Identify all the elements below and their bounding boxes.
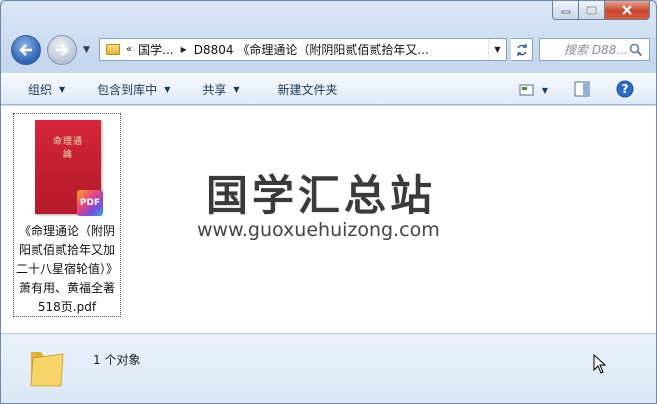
breadcrumb-separator-icon[interactable]: ▶ (181, 45, 187, 54)
search-box[interactable]: 搜索 D88... (539, 38, 650, 61)
item-count: 1 个对象 (93, 353, 141, 367)
maximize-icon (586, 5, 597, 15)
help-icon: ? (616, 80, 634, 97)
maximize-button[interactable] (579, 1, 605, 20)
help-button[interactable]: ? (616, 80, 634, 101)
preview-pane-icon (574, 81, 590, 96)
address-dropdown[interactable]: ▼ (488, 39, 506, 60)
chevron-down-icon: ▼ (233, 84, 240, 94)
change-view-button[interactable]: ▼ (519, 84, 548, 96)
minimize-icon (561, 10, 570, 14)
organize-label: 组织 (28, 82, 53, 97)
refresh-button[interactable] (511, 38, 533, 61)
forward-button[interactable] (47, 35, 77, 65)
chevron-down-icon: ▼ (164, 84, 171, 94)
arrow-left-icon (19, 44, 32, 56)
preview-pane-button[interactable] (574, 81, 590, 100)
file-item[interactable]: 命理通論 PDF 《命理通论（附阴阳贰佰贰拾年又加二十八星宿轮值）》萧有用、黄福… (13, 113, 121, 317)
close-button[interactable] (605, 1, 650, 20)
organize-menu[interactable]: 组织 ▼ (28, 73, 65, 105)
navigation-bar: ▼ « 国学... ▶ D8804 《命理通论（附阴阳贰佰贰拾年又... ▼ 搜… (9, 33, 650, 67)
pdf-icon: PDF (77, 190, 103, 216)
new-folder-label: 新建文件夹 (277, 82, 338, 97)
explorer-window: ▼ « 国学... ▶ D8804 《命理通论（附阴阳贰佰贰拾年又... ▼ 搜… (0, 0, 657, 404)
share-menu[interactable]: 共享 ▼ (202, 73, 239, 105)
breadcrumb-item[interactable]: 国学... (138, 41, 173, 58)
folder-icon (30, 352, 64, 387)
new-folder-button[interactable]: 新建文件夹 (278, 73, 338, 105)
include-library-label: 包含到库中 (97, 82, 158, 97)
refresh-icon (516, 43, 527, 56)
minimize-button[interactable] (552, 1, 579, 20)
close-icon (622, 5, 632, 15)
file-list[interactable]: 命理通論 PDF 《命理通论（附阴阳贰佰贰拾年又加二十八星宿轮值）》萧有用、黄福… (1, 106, 656, 333)
folder-icon (106, 44, 120, 55)
arrow-right-icon (56, 44, 69, 56)
breadcrumb-current[interactable]: D8804 《命理通论（附阴阳贰佰贰拾年又... (194, 41, 429, 58)
details-pane: 1 个对象 (1, 333, 656, 403)
mouse-cursor-icon (593, 354, 607, 374)
hidden-crumbs-chevron[interactable]: « (126, 44, 132, 55)
watermark-title: 国学汇总站 (206, 171, 437, 220)
view-controls: ▼ ? (519, 74, 656, 106)
chevron-down-icon: ▼ (541, 85, 548, 95)
svg-text:?: ? (622, 82, 629, 96)
share-label: 共享 (202, 82, 227, 97)
back-button[interactable] (11, 35, 41, 65)
caption-buttons (552, 1, 650, 21)
file-name[interactable]: 《命理通论（附阴阳贰佰贰拾年又加二十八星宿轮值）》萧有用、黄福全著 518页.p… (14, 222, 120, 317)
thumbnail-title: 命理通論 (52, 137, 83, 160)
search-input[interactable]: 搜索 D88... (564, 41, 628, 58)
recent-pages-dropdown[interactable]: ▼ (83, 45, 90, 55)
chevron-down-icon: ▼ (59, 84, 66, 94)
watermark-url: www.guoxuehuizong.com (197, 219, 440, 241)
command-bar: 组织 ▼ 包含到库中 ▼ 共享 ▼ 新建文件夹 ▼ ? (1, 73, 656, 105)
view-icon (519, 84, 534, 96)
include-in-library-menu[interactable]: 包含到库中 ▼ (97, 73, 170, 105)
address-bar[interactable]: « 国学... ▶ D8804 《命理通论（附阴阳贰佰贰拾年又... ▼ (99, 38, 507, 61)
search-icon[interactable] (629, 43, 643, 57)
